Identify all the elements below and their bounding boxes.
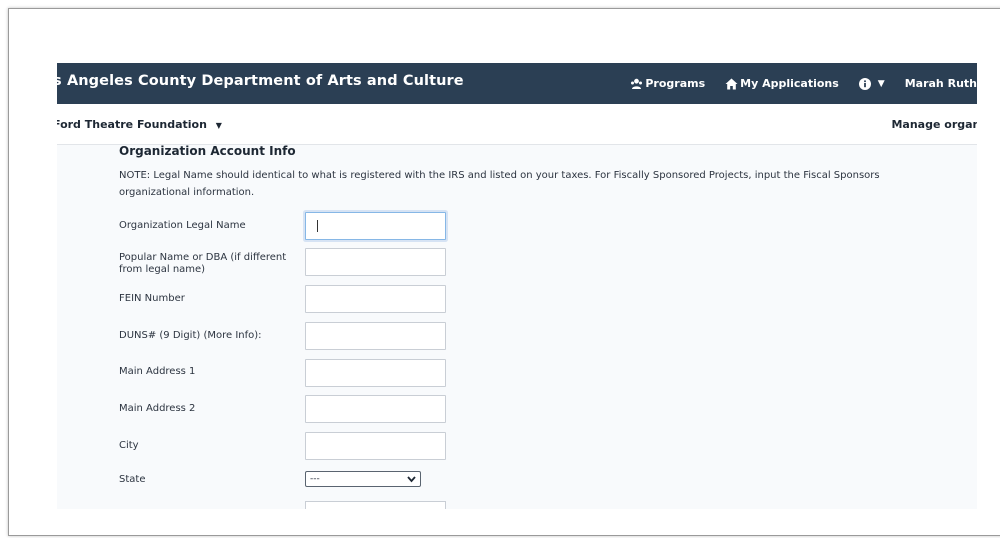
address1-input[interactable]: [305, 359, 446, 387]
nav-user-menu[interactable]: Marah Ruth: [905, 77, 977, 90]
legal-name-input[interactable]: [305, 212, 446, 240]
nav-my-applications-label: My Applications: [740, 77, 839, 90]
state-label: State: [119, 474, 146, 485]
nav-help-dropdown[interactable]: ▼: [858, 77, 885, 90]
popular-name-input[interactable]: [305, 248, 446, 276]
fein-label: FEIN Number: [119, 293, 185, 304]
manage-organization-link[interactable]: Manage organizati: [891, 118, 977, 131]
city-input[interactable]: [305, 432, 446, 460]
duns-input[interactable]: [305, 322, 446, 350]
home-icon: [725, 78, 738, 89]
address1-label: Main Address 1: [119, 366, 196, 377]
caret-down-icon: ▼: [215, 121, 222, 130]
state-select[interactable]: ---: [305, 471, 421, 487]
popular-name-label: Popular Name or DBA (if different from l…: [119, 252, 287, 275]
city-label: City: [119, 440, 139, 451]
nav-programs[interactable]: Programs: [630, 77, 705, 90]
top-navbar: os Angeles County Department of Arts and…: [57, 63, 977, 104]
user-name: Marah Ruth: [904, 77, 977, 90]
fein-input[interactable]: [305, 285, 446, 313]
legal-name-note: NOTE: Legal Name should identical to wha…: [119, 170, 880, 198]
browser-viewport: os Angeles County Department of Arts and…: [57, 63, 977, 509]
section-title: Organization Account Info: [119, 144, 296, 158]
state-selected-value: ---: [310, 474, 320, 484]
organization-switcher[interactable]: Ford Theatre Foundation ▼: [57, 118, 222, 131]
site-brand[interactable]: os Angeles County Department of Arts and…: [57, 73, 464, 89]
screenshot-frame: os Angeles County Department of Arts and…: [8, 8, 1000, 536]
organization-subbar: Ford Theatre Foundation ▼ Manage organiz…: [57, 104, 977, 145]
address2-input[interactable]: [305, 395, 446, 423]
duns-label: DUNS# (9 Digit) (More Info):: [119, 330, 262, 341]
chevron-down-icon: [407, 476, 416, 483]
next-field-input[interactable]: [305, 501, 446, 509]
organization-name: Ford Theatre Foundation: [57, 118, 207, 131]
navbar-menu: Programs My Applications ▼ Marah Ruth: [610, 63, 977, 104]
nav-my-applications[interactable]: My Applications: [725, 77, 839, 90]
caret-down-icon: ▼: [877, 78, 885, 89]
address2-label: Main Address 2: [119, 403, 196, 414]
text-cursor: [317, 220, 318, 232]
users-icon: [631, 78, 643, 89]
info-circle-icon: [858, 77, 871, 90]
nav-programs-label: Programs: [645, 77, 706, 90]
legal-name-label: Organization Legal Name: [119, 220, 246, 231]
